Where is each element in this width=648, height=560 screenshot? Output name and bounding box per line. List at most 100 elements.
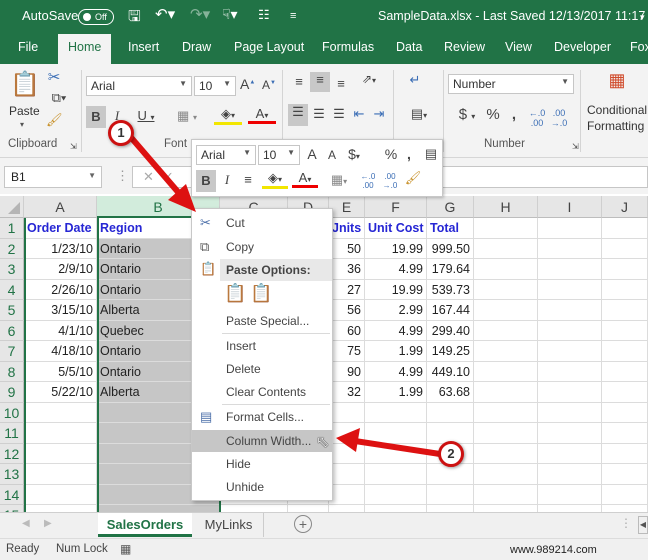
align-right-icon[interactable]: ☰ xyxy=(330,106,348,122)
column-header-a[interactable]: A xyxy=(24,196,97,218)
cell-g14[interactable] xyxy=(427,484,474,505)
scroll-next-sheet-icon[interactable]: ▶ xyxy=(44,518,52,529)
cell-h5[interactable] xyxy=(474,300,538,321)
copy-icon[interactable]: ⧉▾ xyxy=(46,90,72,106)
cell-e10[interactable] xyxy=(329,402,365,423)
cell-h4[interactable] xyxy=(474,279,538,300)
cell-j5[interactable] xyxy=(602,300,648,321)
bottom-align-icon[interactable]: ≡ xyxy=(332,76,350,91)
cell-i13[interactable] xyxy=(538,464,602,485)
cell-i8[interactable] xyxy=(538,361,602,382)
mini-increase-decimal-icon[interactable]: ←.0.00 xyxy=(358,172,378,190)
cell-f12[interactable] xyxy=(365,443,427,464)
row-header[interactable]: 2 xyxy=(0,238,24,259)
paste-keep-formatting-icon[interactable]: 📋 xyxy=(224,283,246,304)
new-sheet-button[interactable]: + xyxy=(294,515,312,533)
undo-icon[interactable]: ↶▾ xyxy=(155,5,175,23)
cell-a2[interactable]: 1/23/10 xyxy=(24,238,97,259)
cell-h11[interactable] xyxy=(474,423,538,444)
menu-item-paste-special[interactable]: Paste Special... xyxy=(192,310,332,332)
cell-h8[interactable] xyxy=(474,361,538,382)
middle-align-icon[interactable]: ≡ xyxy=(310,72,330,92)
menu-item-unhide[interactable]: Unhide xyxy=(192,476,332,498)
cell-a15[interactable] xyxy=(24,505,97,512)
cell-i5[interactable] xyxy=(538,300,602,321)
row-header[interactable]: 3 xyxy=(0,259,24,280)
align-left-icon[interactable]: ☰ xyxy=(288,104,308,126)
mini-decrease-decimal-icon[interactable]: .00 →.0 xyxy=(380,172,400,190)
mini-percent-button[interactable]: % xyxy=(382,146,400,162)
org-chart-icon[interactable]: ☷ xyxy=(258,7,270,23)
cell-g5[interactable]: 167.44 xyxy=(427,300,474,321)
cell-a14[interactable] xyxy=(24,484,97,505)
cell-g9[interactable]: 63.68 xyxy=(427,382,474,403)
row-header[interactable]: 8 xyxy=(0,361,24,382)
format-painter-icon[interactable]: 🖌 xyxy=(46,112,63,128)
row-header[interactable]: 14 xyxy=(0,484,24,505)
mini-currency-button[interactable]: $▾ xyxy=(342,146,366,162)
cell-g4[interactable]: 539.73 xyxy=(427,279,474,300)
cell-i7[interactable] xyxy=(538,341,602,362)
merge-center-icon[interactable]: ▤▾ xyxy=(404,106,434,122)
menu-item-cut[interactable]: ✂ Cut xyxy=(192,212,332,234)
autosave-toggle[interactable]: Off xyxy=(78,9,114,25)
cell-i2[interactable] xyxy=(538,238,602,259)
paste-icon[interactable]: 📋 xyxy=(10,70,40,100)
decrease-decimal-icon[interactable]: .00 →.0 xyxy=(548,108,570,128)
bold-button[interactable]: B xyxy=(86,106,106,128)
cell-e1[interactable]: Jnits xyxy=(329,218,365,239)
row-header[interactable]: 5 xyxy=(0,300,24,321)
cell-j8[interactable] xyxy=(602,361,648,382)
cell-i1[interactable] xyxy=(538,218,602,239)
cell-a1[interactable]: Order Date xyxy=(24,218,97,239)
cell-e6[interactable]: 60 xyxy=(329,320,365,341)
cell-b15[interactable] xyxy=(97,505,220,512)
center-icon[interactable]: ☰ xyxy=(310,106,328,122)
tab-home[interactable]: Home xyxy=(58,34,112,64)
cell-e12[interactable] xyxy=(329,443,365,464)
sheet-tab-salesorders[interactable]: SalesOrders xyxy=(98,513,192,537)
cell-f11[interactable] xyxy=(365,423,427,444)
cell-e15[interactable] xyxy=(329,505,365,512)
mini-decrease-font-icon[interactable]: A xyxy=(324,148,340,162)
tab-developer[interactable]: Developer xyxy=(554,40,611,54)
scroll-prev-sheet-icon[interactable]: ◀ xyxy=(22,518,30,529)
row-header[interactable]: 15 xyxy=(0,505,24,512)
cell-f7[interactable]: 1.99 xyxy=(365,341,427,362)
cell-i9[interactable] xyxy=(538,382,602,403)
cell-f14[interactable] xyxy=(365,484,427,505)
menu-item-delete[interactable]: Delete xyxy=(192,358,332,380)
cell-j3[interactable] xyxy=(602,259,648,280)
row-header[interactable]: 11 xyxy=(0,423,24,444)
cell-j15[interactable] xyxy=(602,505,648,512)
menu-item-hide[interactable]: Hide xyxy=(192,453,332,475)
tab-insert[interactable]: Insert xyxy=(128,40,159,54)
cell-h10[interactable] xyxy=(474,402,538,423)
font-color-button[interactable]: A▾ xyxy=(248,106,276,124)
row-header[interactable]: 10 xyxy=(0,402,24,423)
cell-g13[interactable] xyxy=(427,464,474,485)
macro-recording-icon[interactable]: ▦ xyxy=(120,542,131,556)
increase-font-icon[interactable]: A▲ xyxy=(240,76,255,92)
cell-a11[interactable] xyxy=(24,423,97,444)
cell-h12[interactable] xyxy=(474,443,538,464)
mini-italic-button[interactable]: I xyxy=(220,172,234,188)
save-icon[interactable]: 🖫 xyxy=(128,6,141,31)
font-size-combo[interactable]: 10 ▼ xyxy=(194,76,236,96)
cell-d15[interactable] xyxy=(288,505,329,512)
comma-button[interactable]: , xyxy=(508,106,520,123)
cell-g3[interactable]: 179.64 xyxy=(427,259,474,280)
cell-e8[interactable]: 90 xyxy=(329,361,365,382)
cell-c15[interactable] xyxy=(220,505,288,512)
cell-f15[interactable] xyxy=(365,505,427,512)
mini-increase-font-icon[interactable]: A xyxy=(304,146,320,162)
cell-j11[interactable] xyxy=(602,423,648,444)
paste-dropdown-icon[interactable]: ▾ xyxy=(20,120,24,129)
cut-icon[interactable]: ✂ xyxy=(46,68,62,86)
tab-file[interactable]: File xyxy=(18,40,38,54)
cell-h9[interactable] xyxy=(474,382,538,403)
mini-merge-icon[interactable]: ▤ xyxy=(422,146,440,162)
column-header-i[interactable]: I xyxy=(538,196,602,218)
enter-icon[interactable]: ✓ xyxy=(163,169,174,185)
column-header-h[interactable]: H xyxy=(474,196,538,218)
